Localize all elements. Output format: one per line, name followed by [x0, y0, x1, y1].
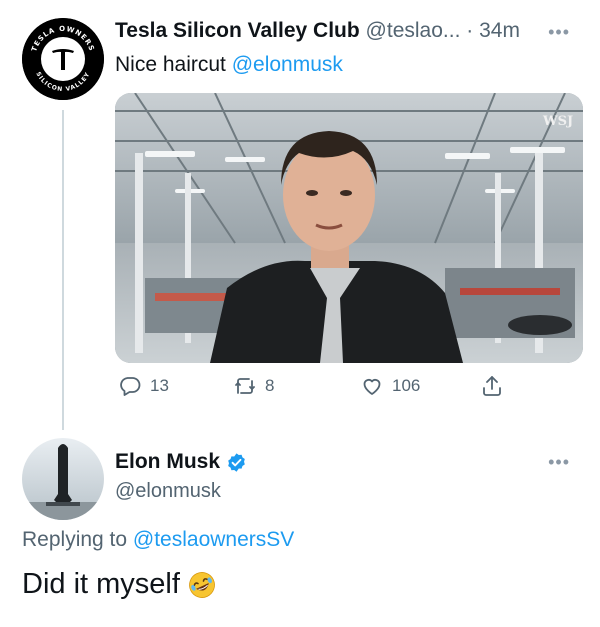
thread-line — [62, 110, 64, 430]
wsj-watermark: WSJ — [542, 114, 573, 129]
more-icon[interactable]: ••• — [548, 22, 570, 43]
factory-video-still: WSJ — [115, 93, 583, 363]
tweet-media[interactable]: WSJ — [115, 93, 583, 363]
replying-prefix: Replying to — [22, 528, 133, 551]
verified-badge-icon — [228, 452, 245, 472]
author-handle[interactable]: @elonmusk — [115, 480, 221, 503]
avatar[interactable]: TESLA OWNERS SILICON VALLEY — [22, 18, 104, 100]
tweet-header: Tesla Silicon Valley Club @teslao... · 3… — [115, 18, 520, 44]
mention-link[interactable]: @elonmusk — [232, 53, 343, 76]
retweet-button[interactable]: 8 — [233, 374, 274, 398]
share-icon — [483, 376, 501, 396]
avatar[interactable] — [22, 438, 104, 520]
replying-to: Replying to @teslaownersSV — [22, 528, 294, 552]
retweet-count: 8 — [265, 376, 275, 395]
reply-text-body: Did it myself — [22, 568, 180, 600]
author-name[interactable]: Elon Musk — [115, 450, 220, 474]
replying-handle-link[interactable]: @teslaownersSV — [133, 528, 294, 551]
author-name[interactable]: Tesla Silicon Valley Club — [115, 19, 360, 42]
retweet-icon — [235, 378, 255, 394]
share-button[interactable] — [480, 374, 504, 398]
like-button[interactable]: 106 — [360, 374, 420, 398]
tweet-text: Nice haircut @elonmusk — [115, 52, 343, 78]
more-icon[interactable]: ••• — [548, 452, 570, 473]
reply-icon — [120, 377, 141, 396]
reply-count: 13 — [150, 376, 169, 395]
tweet-time[interactable]: 34m — [479, 19, 520, 42]
tweet-text-body: Nice haircut — [115, 53, 232, 76]
tesla-owners-logo: TESLA OWNERS SILICON VALLEY — [22, 18, 104, 100]
reply-button[interactable]: 13 — [118, 374, 169, 398]
like-count: 106 — [392, 376, 421, 395]
reply-author: Elon Musk — [115, 450, 247, 474]
starship-avatar-image — [22, 438, 104, 520]
tweet-actions: 13 8 106 — [118, 374, 518, 404]
rofl-emoji-icon — [189, 571, 215, 598]
author-handle[interactable]: @teslao... — [366, 19, 461, 42]
like-icon — [363, 379, 381, 395]
reply-text: Did it myself — [22, 568, 216, 601]
separator: · — [466, 19, 474, 42]
